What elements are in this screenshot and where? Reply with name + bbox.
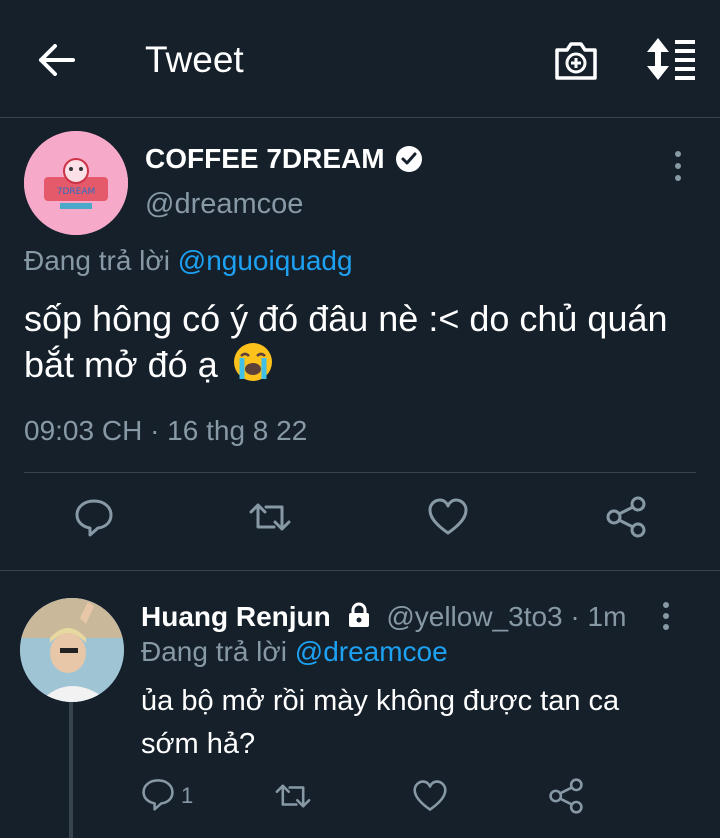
share-icon[interactable] <box>544 774 588 818</box>
reply-author-avatar[interactable] <box>20 598 124 702</box>
crying-face-emoji-icon <box>232 341 274 383</box>
svg-text:7DREAM: 7DREAM <box>57 187 96 197</box>
mention-link[interactable]: @nguoiquadg <box>178 245 353 276</box>
share-icon[interactable] <box>604 495 648 539</box>
reply-author-name[interactable]: Huang Renjun <box>141 601 331 632</box>
reply-handle: @yellow_3to3 <box>386 601 563 632</box>
camera-plus-icon[interactable] <box>553 38 599 82</box>
lock-icon <box>345 601 373 629</box>
replying-prefix: Đang trả lời <box>24 245 170 276</box>
reply-icon[interactable] <box>72 495 116 539</box>
author-avatar[interactable]: 7DREAM <box>24 131 128 235</box>
divider <box>24 472 696 473</box>
reply-header: Huang Renjun @yellow_3to3 · 1m <box>141 598 701 636</box>
divider <box>0 570 720 571</box>
reply-reply-button[interactable]: 1 <box>141 774 211 818</box>
back-arrow-icon[interactable] <box>34 38 78 82</box>
reply-replying-prefix: Đang trả lời <box>141 636 287 667</box>
replying-to: Đang trả lời @nguoiquadg <box>24 243 353 279</box>
reply-time: · 1m <box>570 601 627 632</box>
reply-actions: 1 <box>0 774 720 818</box>
retweet-icon[interactable] <box>248 495 292 539</box>
like-icon[interactable] <box>408 774 452 818</box>
like-icon[interactable] <box>426 495 470 539</box>
page-title: Tweet <box>145 39 244 80</box>
tweet-text-content: sốp hông có ý đó đâu nè :< do chủ quán b… <box>24 298 668 385</box>
tweet-text: sốp hông có ý đó đâu nè :< do chủ quán b… <box>24 296 684 387</box>
top-app-bar: Tweet <box>0 0 720 118</box>
author-handle: @dreamcoe <box>145 188 304 220</box>
more-options-icon[interactable] <box>664 148 692 184</box>
author-name-row[interactable]: COFFEE 7DREAM <box>145 142 423 176</box>
reply-mention-link[interactable]: @dreamcoe <box>295 636 448 667</box>
reply-more-options-icon[interactable] <box>654 600 678 632</box>
reply-text: ủa bộ mở rồi mày không được tan ca sớm h… <box>141 685 620 760</box>
reply-count: 1 <box>181 783 194 808</box>
sort-list-icon[interactable] <box>645 36 697 82</box>
tweet-actions <box>0 495 720 547</box>
reply-replying-to: Đang trả lời @dreamcoe <box>141 634 448 670</box>
reply-icon <box>141 777 175 816</box>
verified-badge-icon <box>395 145 423 173</box>
tweet-timestamp: 09:03 CH · 16 thg 8 22 <box>24 415 308 446</box>
retweet-icon[interactable] <box>271 774 315 818</box>
author-name[interactable]: COFFEE 7DREAM <box>145 142 385 176</box>
